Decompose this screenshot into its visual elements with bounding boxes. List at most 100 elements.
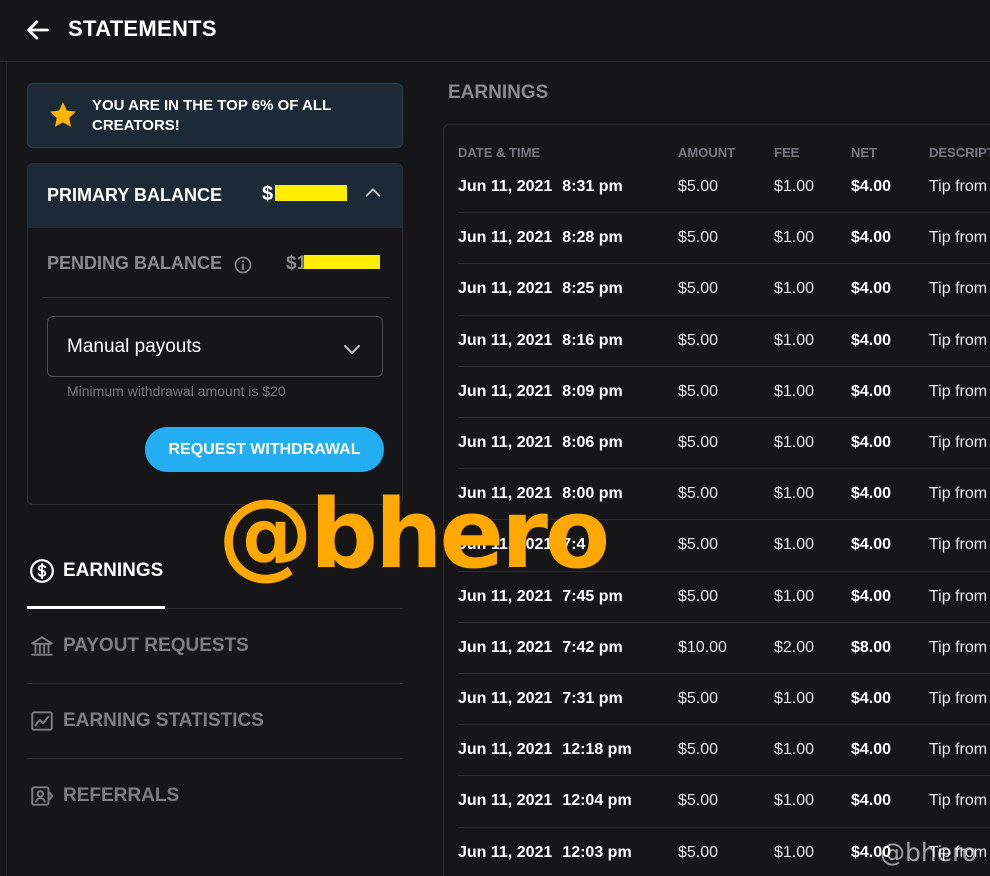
payout-method-value: Manual payouts: [67, 336, 202, 357]
cell-date: Jun 11, 2021: [458, 638, 553, 656]
cell-amount: $5.00: [678, 178, 719, 195]
cell-description: Tip from: [929, 178, 988, 195]
table-row[interactable]: Jun 11, 2021 7:42 pm $10.00 $2.00 $8.00 Tip f…: [458, 623, 990, 674]
column-header-date: DATE & TIME: [458, 145, 541, 160]
cell-date: Jun 11, 2021: [458, 741, 553, 759]
tab-referrals[interactable]: REFERRALS: [27, 759, 403, 834]
table-row[interactable]: Jun 11, 2021 8:09 pm $5.00 $1.00 $4.00 Tip fr…: [458, 367, 990, 418]
tab-payout-requests[interactable]: PAYOUT REQUESTS: [27, 609, 403, 684]
cell-amount: $5.00: [678, 485, 719, 503]
cell-net: $4.00: [851, 485, 892, 503]
cell-description: Tip from: [929, 331, 988, 349]
tab-payout-requests-label: PAYOUT REQUESTS: [63, 635, 249, 656]
chevron-down-icon: [344, 345, 360, 354]
divider: [6, 62, 7, 876]
cell-amount: $5.00: [678, 331, 719, 349]
cell-fee: $1.00: [774, 843, 815, 861]
tab-referrals-label: REFERRALS: [63, 785, 180, 806]
cell-amount: $5.00: [678, 382, 719, 400]
table-row[interactable]: Jun 11, 2021 8:06 pm $5.00 $1.00 $4.00 Tip fr…: [458, 418, 990, 470]
cell-amount: $5.00: [678, 434, 719, 451]
cell-description: Tip from: [929, 638, 988, 656]
cell-description: Tip from: [929, 587, 988, 605]
table-row[interactable]: Jun 11, 2021 8:25 pm $5.00 $1.00 $4.00 Tip fr…: [458, 264, 990, 316]
cell-date-time: Jun 11, 2021 7:42 pm: [458, 638, 623, 656]
cell-net: $4.00: [851, 382, 892, 400]
cell-date: Jun 11, 2021: [458, 843, 553, 861]
cell-time: 8:25 pm: [562, 280, 623, 298]
cell-time: 7:45 pm: [562, 587, 623, 605]
cell-fee: $1.00: [774, 485, 815, 503]
cell-fee: $1.00: [774, 792, 815, 810]
request-withdrawal-button[interactable]: REQUEST WITHDRAWAL: [145, 427, 384, 472]
cell-date-time: Jun 11, 2021 7:31 pm: [458, 691, 623, 707]
bank-icon: [31, 636, 53, 656]
chevron-up-icon[interactable]: [362, 182, 384, 204]
cell-time: 7:42 pm: [562, 638, 623, 656]
table-row[interactable]: Jun 11, 2021 8:31 pm $5.00 $1.00 $4.00 Tip fr…: [458, 162, 990, 214]
cell-date-time: Jun 11, 2021 12:03 pm: [458, 843, 632, 861]
cell-time: 8:06 pm: [562, 434, 623, 451]
column-header-description: DESCRIPT: [929, 145, 990, 160]
section-title: EARNINGS: [448, 82, 549, 103]
cell-net: $4.00: [851, 587, 892, 605]
payout-method-select[interactable]: Manual payouts: [47, 316, 383, 377]
cell-description: Tip from: [929, 434, 988, 451]
cell-date-time: Jun 11, 2021 8:06 pm: [458, 435, 623, 451]
cell-time: 7:31 pm: [562, 690, 623, 707]
cell-date-time: Jun 11, 2021 8:16 pm: [458, 331, 623, 349]
cell-net: $4.00: [851, 792, 892, 810]
banner-text: YOU ARE IN THE TOP 6% OF ALL CREATORS!: [92, 97, 331, 134]
cell-net: $4.00: [851, 280, 892, 298]
cell-time: 12:03 pm: [562, 843, 632, 861]
cell-fee: $1.00: [774, 434, 815, 451]
cell-date-time: Jun 11, 2021 12:04 pm: [458, 793, 632, 809]
table-row[interactable]: Jun 11, 2021 8:16 pm $5.00 $1.00 $4.00 Tip fr…: [458, 316, 990, 367]
arrow-left-icon[interactable]: [24, 16, 52, 44]
cell-amount: $5.00: [678, 536, 719, 554]
tab-earnings-label: EARNINGS: [63, 560, 164, 581]
info-icon[interactable]: [233, 255, 253, 275]
tab-earning-statistics-label: EARNING STATISTICS: [63, 710, 264, 731]
cell-amount: $10.00: [678, 638, 727, 656]
primary-balance-label: PRIMARY BALANCE: [47, 185, 223, 205]
cell-net: $4.00: [851, 229, 892, 247]
cell-net: $4.00: [851, 331, 892, 349]
primary-balance-header[interactable]: PRIMARY BALANCE $: [28, 164, 402, 228]
cell-date-time: Jun 11, 2021 8:28 pm: [458, 230, 623, 246]
cell-description: Tip from: [929, 690, 988, 707]
watermark-small: @bhero: [880, 838, 978, 867]
cell-time: 8:28 pm: [562, 229, 623, 247]
cell-fee: $1.00: [774, 536, 815, 554]
cell-date-time: Jun 11, 2021 8:09 pm: [458, 382, 623, 400]
cell-amount: $5.00: [678, 690, 719, 707]
cell-fee: $1.00: [774, 178, 815, 195]
cell-fee: $2.00: [774, 638, 815, 656]
cell-date: Jun 11, 2021: [458, 280, 553, 298]
cell-amount: $5.00: [678, 741, 719, 759]
cell-date: Jun 11, 2021: [458, 434, 553, 451]
tab-earning-statistics[interactable]: EARNING STATISTICS: [27, 684, 403, 759]
minimum-withdrawal-hint: Minimum withdrawal amount is $20: [67, 383, 286, 399]
cell-time: 8:09 pm: [562, 382, 623, 400]
table-row[interactable]: Jun 11, 2021 12:18 pm $5.00 $1.00 $4.00 Tip f…: [458, 725, 990, 777]
cell-description: Tip from: [929, 741, 988, 759]
redaction-mark: [304, 255, 380, 269]
cell-time: 8:31 pm: [562, 178, 623, 195]
table-row[interactable]: Jun 11, 2021 12:04 pm $5.00 $1.00 $4.00 Tip f…: [458, 776, 990, 828]
cell-time: 12:04 pm: [562, 792, 632, 810]
cell-time: 12:18 pm: [562, 741, 632, 759]
cell-fee: $1.00: [774, 280, 815, 298]
cell-date-time: Jun 11, 2021 8:25 pm: [458, 281, 623, 297]
page-title: STATEMENTS: [68, 16, 217, 41]
table-row[interactable]: Jun 11, 2021 7:31 pm $5.00 $1.00 $4.00 Tip fr…: [458, 674, 990, 726]
cell-time: 8:16 pm: [562, 331, 623, 349]
cell-fee: $1.00: [774, 229, 815, 247]
cell-date: Jun 11, 2021: [458, 382, 553, 400]
cell-amount: $5.00: [678, 229, 719, 247]
cell-date-time: Jun 11, 2021 7:45 pm: [458, 587, 623, 605]
cell-fee: $1.00: [774, 382, 815, 400]
cell-date-time: Jun 11, 2021 8:31 pm: [458, 179, 623, 195]
cell-description: Tip from: [929, 382, 988, 400]
table-row[interactable]: Jun 11, 2021 8:28 pm $5.00 $1.00 $4.00 Tip fr…: [458, 213, 990, 265]
